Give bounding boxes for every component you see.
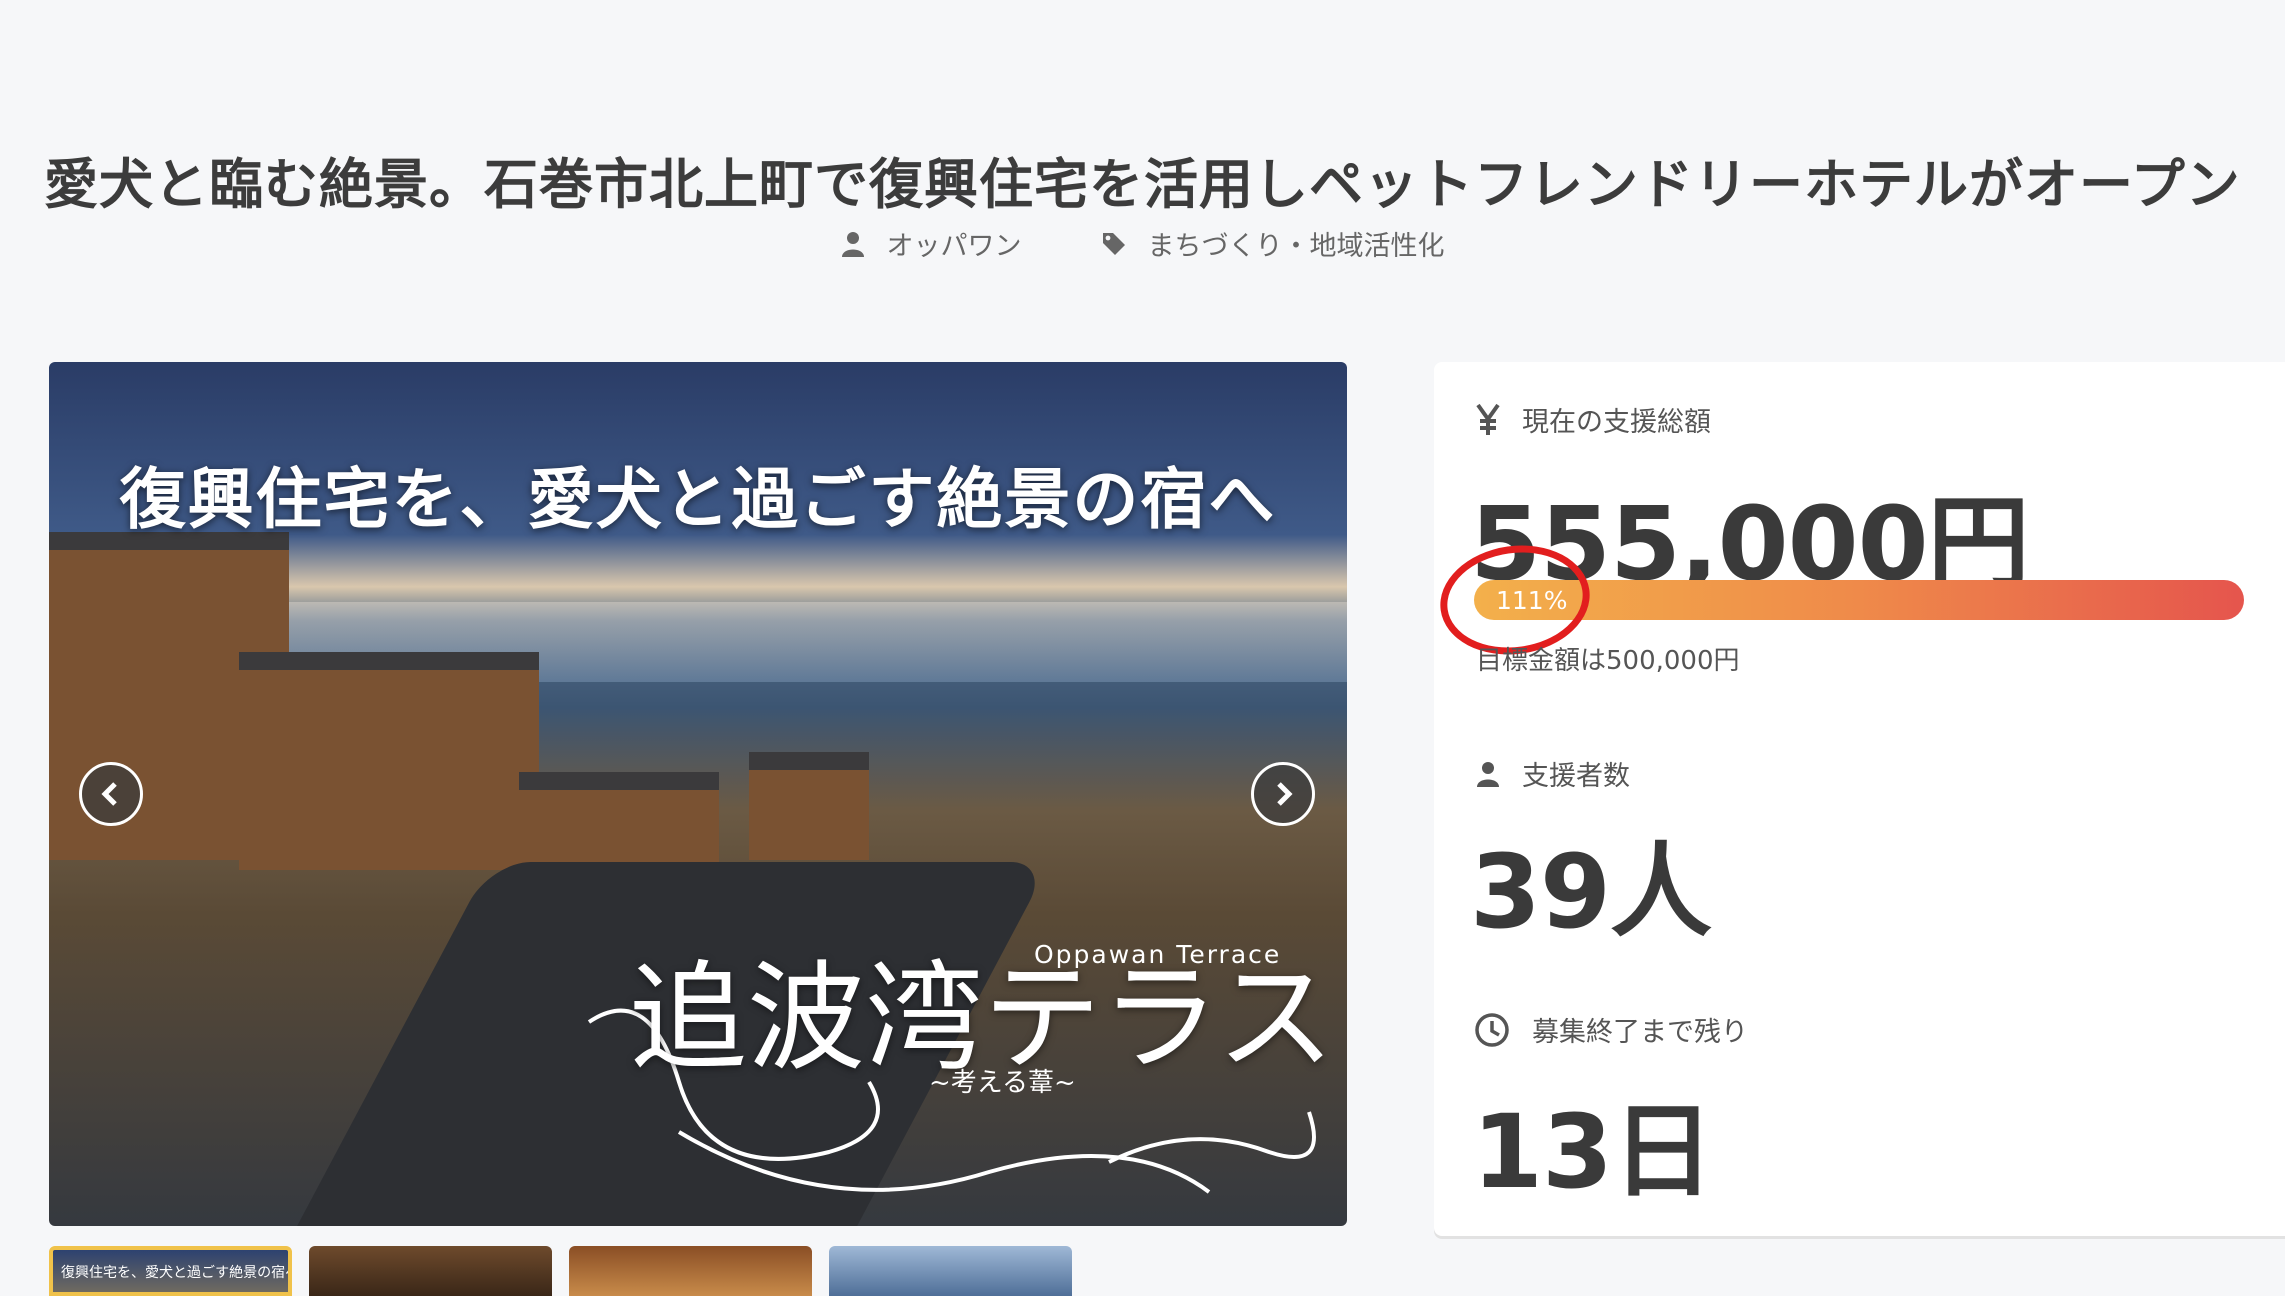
hero-headline: 復興住宅を、愛犬と過ごす絶景の宿へ xyxy=(119,460,1277,538)
yen-icon xyxy=(1476,403,1500,435)
thumbnail-caption: 復興住宅を、愛犬と過ごす絶景の宿へ xyxy=(61,1265,292,1281)
thumbnail[interactable] xyxy=(829,1246,1072,1296)
category-link[interactable]: まちづくり・地域活性化 xyxy=(1102,224,1445,263)
project-meta: オッパワン まちづくり・地域活性化 xyxy=(0,224,2285,263)
user-icon xyxy=(841,231,864,257)
hero-house xyxy=(749,752,869,860)
supporters-label: 支援者数 xyxy=(1522,761,1630,792)
progress-bar: 111% xyxy=(1474,580,2244,620)
thumbnail[interactable]: 復興住宅を、愛犬と過ごす絶景の宿へ xyxy=(49,1246,292,1296)
thumbnail-strip: 復興住宅を、愛犬と過ごす絶景の宿へ xyxy=(49,1246,1072,1296)
remaining-label-row: 募集終了まで残り xyxy=(1474,1010,1748,1049)
hero-house xyxy=(239,652,539,870)
user-icon xyxy=(1477,761,1499,787)
supporters-count: 39人 xyxy=(1470,833,1712,952)
carousel-prev-button[interactable] xyxy=(79,762,143,826)
goal-amount: 目標金額は500,000円 xyxy=(1476,646,1740,676)
supporters-label-row: 支援者数 xyxy=(1476,754,1630,793)
clock-icon xyxy=(1475,1012,1509,1047)
category-name: まちづくり・地域活性化 xyxy=(1147,231,1445,262)
funding-panel: 現在の支援総額 555,000円 111% 目標金額は500,000円 支援者数… xyxy=(1433,362,2285,1236)
chevron-left-icon xyxy=(101,782,117,806)
hero-carousel[interactable]: 復興住宅を、愛犬と過ごす絶景の宿へ 追波湾テラス Oppawan Terrace… xyxy=(49,362,1347,1226)
thumbnail[interactable] xyxy=(569,1246,812,1296)
author-link[interactable]: オッパワン xyxy=(841,224,1022,263)
carousel-next-button[interactable] xyxy=(1251,762,1315,826)
tag-icon xyxy=(1102,232,1125,255)
remaining-label: 募集終了まで残り xyxy=(1532,1017,1748,1048)
page-title: 愛犬と臨む絶景。石巻市北上町で復興住宅を活用しペットフレンドリーホテルがオープン xyxy=(44,153,2241,217)
total-label-row: 現在の支援総額 xyxy=(1476,400,1711,439)
total-label: 現在の支援総額 xyxy=(1522,407,1711,438)
logo-subtitle: ~考える葦~ xyxy=(929,1068,1076,1098)
chevron-right-icon xyxy=(1277,782,1293,806)
logo-english: Oppawan Terrace xyxy=(1034,940,1282,969)
remaining-days: 13日 xyxy=(1472,1093,1714,1212)
author-name: オッパワン xyxy=(886,231,1022,262)
thumbnail[interactable] xyxy=(309,1246,552,1296)
